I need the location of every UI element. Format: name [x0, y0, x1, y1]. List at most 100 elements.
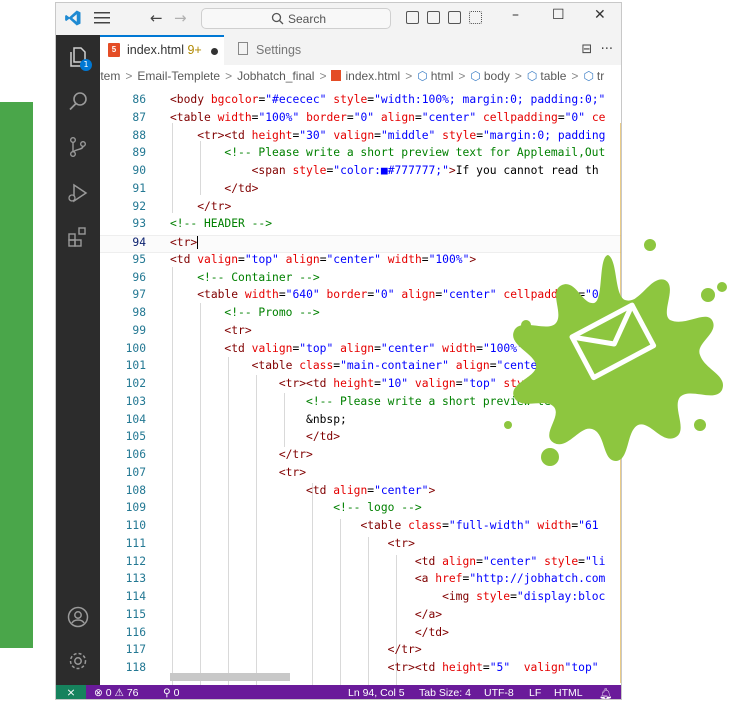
toggle-secondary-sidebar-icon[interactable] [448, 11, 461, 24]
account-icon[interactable] [66, 605, 90, 629]
line-number: 112 [125, 554, 146, 568]
code-text: <span style="color:■#777777;">If you can… [251, 164, 599, 177]
code-line[interactable]: 109 <!-- logo --> [100, 501, 621, 519]
code-line[interactable]: 111 <tr> [100, 536, 621, 555]
html5-file-icon [331, 70, 342, 81]
tab-actions: ⊟ ··· [581, 42, 613, 57]
code-text: </tr> [278, 448, 313, 461]
line-number: 91 [132, 181, 146, 195]
run-debug-icon[interactable] [66, 181, 90, 205]
toggle-panel-icon[interactable] [427, 11, 440, 24]
activity-bar: 1 [56, 35, 100, 685]
line-number: 86 [132, 93, 146, 106]
breadcrumb-item[interactable]: tr [597, 69, 604, 83]
line-number: 100 [125, 341, 146, 355]
menu-icon[interactable] [94, 11, 110, 25]
code-line[interactable]: 113 <a href="http://jobhatch.com [100, 572, 621, 590]
file-icon [238, 42, 248, 55]
breadcrumb-item[interactable]: Jobhatch_final [237, 69, 314, 83]
code-text: <table class="full-width" width="61 [360, 519, 599, 532]
breadcrumb-item[interactable]: Item [100, 69, 120, 83]
line-number: 98 [132, 306, 146, 319]
manage-gear-icon[interactable] [66, 649, 90, 673]
problems-indicator[interactable]: ⊗ 0 ⚠ 76 [94, 687, 139, 699]
line-number: 104 [125, 412, 146, 426]
breadcrumb-item[interactable]: table [540, 69, 566, 83]
tab-size[interactable]: Tab Size: 4 [419, 687, 471, 699]
code-text: <!-- HEADER --> [170, 217, 273, 231]
line-number: 115 [125, 607, 146, 621]
code-line[interactable]: 89 <!-- Please write a short preview tex… [100, 146, 621, 164]
breadcrumb-item[interactable]: html [431, 69, 454, 83]
error-count: 0 [105, 687, 112, 699]
line-number: 95 [132, 252, 146, 266]
ports-indicator[interactable]: ⚲ 0 [163, 687, 179, 699]
code-line[interactable]: 108 <td align="center"> [100, 484, 621, 502]
line-number: 107 [125, 465, 146, 479]
problems-count: 9+ [187, 43, 202, 57]
tab-label: Settings [256, 43, 302, 57]
customize-layout-icon[interactable] [469, 11, 482, 24]
extensions-icon[interactable] [66, 225, 90, 249]
symbol-element-icon: ⬡ [526, 69, 538, 83]
toggle-primary-sidebar-icon[interactable] [406, 11, 419, 24]
code-line[interactable]: 117 </tr> [100, 643, 621, 661]
tab-settings[interactable]: Settings [224, 35, 342, 65]
code-line[interactable]: 114 <img style="display:bloc [100, 590, 621, 608]
breadcrumb-item[interactable]: index.html [345, 69, 400, 83]
code-line[interactable]: 86 <body bgcolor="#ececec" style="width:1… [100, 93, 621, 111]
code-line[interactable]: 112 <td align="center" style="li [100, 554, 621, 573]
code-text: <tr> [387, 536, 415, 550]
explorer-badge: 1 [80, 59, 92, 71]
code-line[interactable]: 87 <table width="100%" border="0" align="… [100, 111, 621, 129]
code-text: <body bgcolor="#ececec" style="width:100… [170, 93, 606, 106]
code-text: &nbsp; [170, 412, 347, 426]
code-line[interactable]: 92 </tr> [100, 199, 621, 218]
encoding[interactable]: UTF-8 [484, 687, 514, 699]
source-control-icon[interactable] [66, 135, 90, 159]
line-number: 94 [132, 236, 146, 249]
line-number: 93 [132, 217, 146, 231]
line-number: 111 [125, 536, 146, 550]
horizontal-scrollbar[interactable] [170, 673, 290, 681]
line-number: 97 [132, 288, 146, 302]
line-number: 110 [125, 519, 146, 532]
code-line[interactable]: 90 <span style="color:■#777777;">If you … [100, 164, 621, 182]
code-text: <tr> [170, 236, 199, 249]
remote-icon[interactable]: ⨯ [56, 685, 86, 699]
end-of-line[interactable]: LF [529, 687, 541, 699]
cursor-position[interactable]: Ln 94, Col 5 [348, 687, 405, 699]
code-text: </a> [414, 607, 443, 621]
unsaved-dot-icon[interactable] [211, 48, 218, 55]
code-line[interactable]: 91 </td> [100, 181, 621, 200]
code-line[interactable]: 116 </td> [100, 626, 621, 644]
bell-icon[interactable]: 🔔︎ [599, 687, 612, 699]
search-icon[interactable] [66, 89, 90, 113]
arrow-right-icon[interactable]: → [174, 9, 187, 27]
code-text: <img style="display:bloc [442, 590, 606, 603]
code-line[interactable]: 110 <table class="full-width" width="61 [100, 519, 621, 537]
line-number: 102 [125, 377, 146, 390]
code-line[interactable]: 88 <tr><td height="30" valign="middle" s… [100, 129, 621, 147]
code-text: </td> [306, 430, 341, 444]
line-number: 118 [125, 661, 146, 674]
more-actions-icon[interactable]: ··· [601, 42, 613, 57]
line-number: 89 [132, 146, 146, 160]
minimize-button[interactable]: – [512, 7, 519, 23]
code-text: <!-- Promo --> [170, 306, 320, 319]
code-line[interactable]: 115 </a> [100, 607, 621, 626]
code-text: <!-- logo --> [170, 501, 422, 515]
maximize-button[interactable]: ☐ [552, 7, 565, 23]
tab-index-html[interactable]: 5 index.html 9+ [100, 35, 224, 65]
command-search-box[interactable]: Search [201, 8, 391, 29]
language-mode[interactable]: HTML [554, 687, 583, 699]
symbol-element-icon: ⬡ [583, 69, 594, 83]
close-button[interactable]: ✕ [594, 7, 606, 23]
breadcrumb-item[interactable]: body [484, 69, 510, 83]
split-editor-icon[interactable]: ⊟ [581, 42, 592, 57]
line-number: 105 [125, 430, 146, 444]
code-text: </tr> [197, 199, 232, 213]
breadcrumb-item[interactable]: Email-Templete [137, 69, 220, 83]
symbol-element-icon: ⬡ [470, 69, 481, 83]
arrow-left-icon[interactable]: ← [150, 9, 163, 27]
